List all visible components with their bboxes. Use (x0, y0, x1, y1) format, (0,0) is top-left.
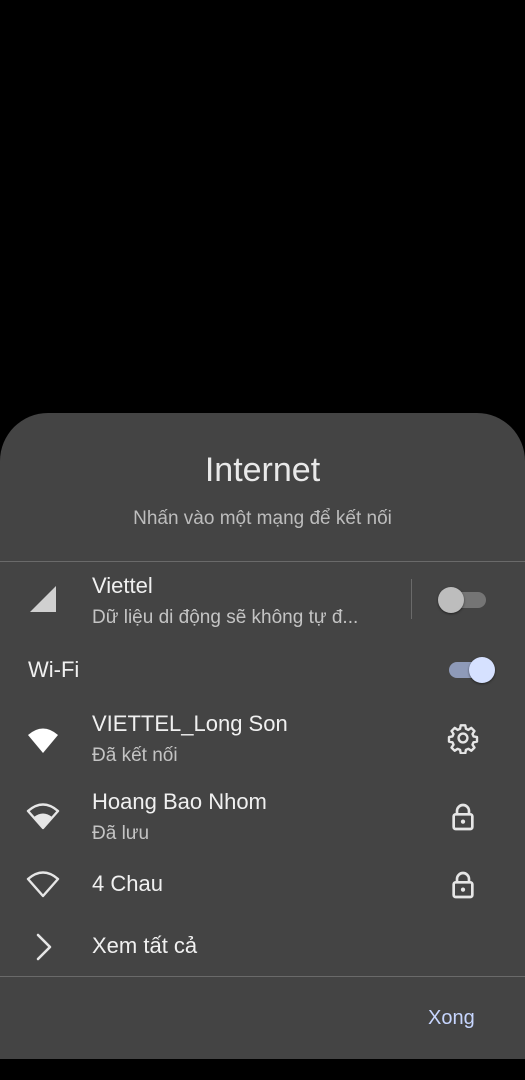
wifi-outline-icon (26, 871, 60, 898)
chevron-right-icon (36, 933, 52, 961)
vertical-separator (411, 579, 412, 619)
internet-panel: Internet Nhấn vào một mạng để kết nối Vi… (0, 413, 525, 1059)
navigation-bar (0, 1059, 525, 1080)
cellular-signal-icon (30, 586, 56, 612)
mobile-network-status: Dữ liệu di động sẽ không tự đ... (92, 607, 359, 628)
toggle-thumb (469, 657, 495, 683)
network-status: Đã lưu (92, 823, 150, 844)
mobile-network-name: Viettel (92, 573, 153, 598)
lock-icon (452, 803, 474, 831)
wifi-network-row[interactable]: 4 Chau (0, 859, 525, 911)
see-all-label: Xem tất cả (92, 933, 198, 958)
network-name: 4 Chau (92, 871, 163, 896)
divider-top (0, 561, 525, 562)
network-name: Hoang Bao Nhom (92, 789, 267, 814)
panel-title: Internet (204, 451, 321, 489)
wifi-connected-icon (28, 728, 58, 753)
wifi-label: Wi-Fi (28, 657, 80, 682)
wifi-toggle[interactable] (449, 657, 495, 683)
wifi-network-row[interactable]: Hoang Bao Nhom Đã lưu (0, 781, 525, 853)
wifi-toggle-row[interactable]: Wi-Fi (0, 641, 525, 697)
wifi-icon (26, 803, 60, 830)
network-name: VIETTEL_Long Son (92, 711, 288, 736)
mobile-network-row[interactable]: Viettel Dữ liệu di động sẽ không tự đ... (0, 563, 525, 635)
mobile-data-toggle[interactable] (438, 587, 490, 613)
panel-subtitle: Nhấn vào một mạng để kết nối (133, 508, 392, 529)
done-button[interactable]: Xong (420, 1003, 483, 1034)
lock-icon (452, 871, 474, 899)
network-status: Đã kết nối (92, 745, 178, 766)
wifi-network-row[interactable]: VIETTEL_Long Son Đã kết nối (0, 703, 525, 775)
toggle-thumb (438, 587, 464, 613)
see-all-row[interactable]: Xem tất cả (0, 919, 525, 975)
gear-icon[interactable] (447, 722, 479, 754)
divider-bottom (0, 976, 525, 977)
